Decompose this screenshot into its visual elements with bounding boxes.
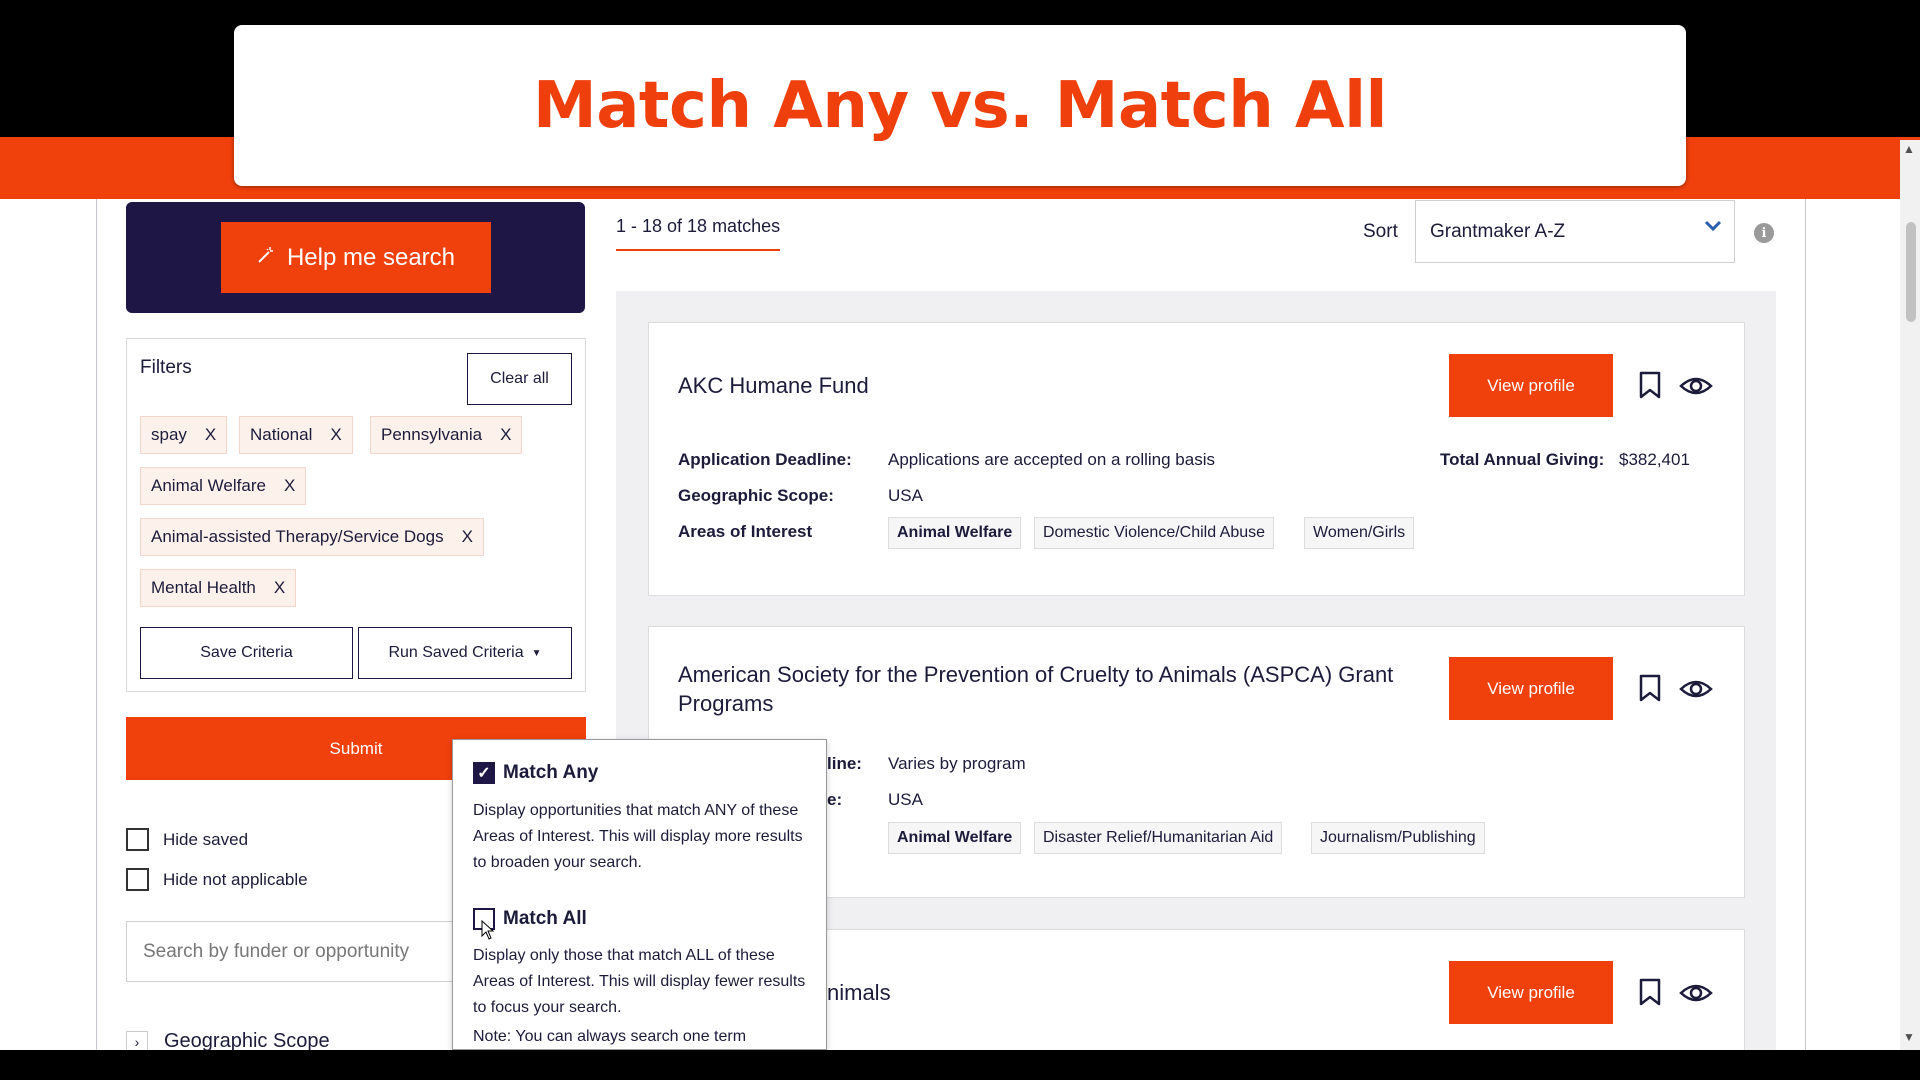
funder-title[interactable]: AKC Humane Fund [678, 371, 1438, 400]
match-mode-popover: ✓ Match Any Display opportunities that m… [452, 739, 827, 1050]
eye-icon[interactable] [1679, 981, 1713, 1005]
scope-label: e: [827, 790, 843, 809]
remove-tag-button[interactable]: X [284, 476, 295, 496]
funder-title[interactable]: American Society for the Prevention of C… [678, 660, 1438, 718]
filter-tag-label: Mental Health [151, 578, 256, 597]
aoi-tag: Domestic Violence/Child Abuse [1034, 517, 1275, 549]
match-any-label: Match Any [503, 762, 599, 783]
eye-icon[interactable] [1679, 677, 1713, 701]
hide-saved-checkbox[interactable] [126, 828, 149, 851]
match-any-checkbox[interactable]: ✓ [473, 762, 495, 784]
sort-label: Sort [1363, 221, 1398, 242]
filter-tag: spay X [140, 416, 228, 454]
remove-tag-button[interactable]: X [500, 425, 511, 445]
help-panel: Help me search [126, 202, 585, 313]
filter-tag-label: Pennsylvania [381, 425, 483, 444]
hide-not-applicable-checkbox[interactable] [126, 868, 149, 891]
mouse-cursor-icon [481, 920, 495, 940]
filter-tag-label: Animal Welfare [151, 476, 266, 495]
scope-value: USA [888, 486, 923, 505]
remove-tag-button[interactable]: X [462, 527, 473, 547]
remove-tag-button[interactable]: X [330, 425, 341, 445]
sort-value: Grantmaker A-Z [1430, 220, 1566, 242]
scroll-up-arrow-icon[interactable]: ▲ [1903, 142, 1915, 156]
filter-tag: National X [239, 416, 353, 454]
caret-down-icon: ▼ [531, 647, 542, 659]
clear-all-button[interactable]: Clear all [467, 353, 572, 405]
bottom-black-bar [0, 1050, 1920, 1080]
match-any-description: Display opportunities that match ANY of … [473, 802, 803, 871]
filters-title: Filters [140, 357, 192, 378]
filter-tag: Pennsylvania X [370, 416, 523, 454]
giving-value: $382,401 [1619, 450, 1690, 469]
filter-tag: Animal Welfare X [140, 467, 307, 505]
scope-label: Geographic Scope: [678, 486, 834, 505]
result-card: AKC Humane Fund View profile Application… [648, 322, 1745, 596]
chevron-down-icon [1704, 219, 1722, 237]
magic-wand-icon [257, 246, 275, 270]
hide-not-applicable-option[interactable]: Hide not applicable [126, 868, 308, 891]
scope-value: USA [888, 790, 923, 809]
aoi-tag: Journalism/Publishing [1311, 822, 1485, 854]
match-all-description: Display only those that match ALL of the… [473, 947, 806, 1016]
match-any-option[interactable]: ✓ Match Any [473, 762, 598, 784]
overlay-title: Match Any vs. Match All [533, 68, 1387, 143]
help-me-search-label: Help me search [286, 243, 456, 271]
deadline-value: Applications are accepted on a rolling b… [888, 450, 1215, 469]
remove-tag-button[interactable]: X [274, 578, 285, 598]
hide-saved-label: Hide saved [163, 829, 249, 849]
bookmark-icon[interactable] [1637, 977, 1663, 1007]
scrollbar-thumb[interactable] [1906, 222, 1916, 322]
aoi-tag: Animal Welfare [888, 517, 1022, 549]
sort-select[interactable]: Grantmaker A-Z [1415, 200, 1735, 263]
match-all-label: Match All [503, 908, 587, 929]
aoi-label: Areas of Interest [678, 522, 813, 541]
popover-note: Note: You can always search one term [473, 1028, 747, 1045]
bookmark-icon[interactable] [1637, 673, 1663, 703]
info-icon[interactable]: i [1754, 223, 1774, 243]
filters-panel: Filters Clear all spay X National X Penn… [126, 338, 586, 692]
match-count: 1 - 18 of 18 matches [616, 216, 781, 251]
hide-saved-option[interactable]: Hide saved [126, 828, 248, 851]
title-overlay: Match Any vs. Match All [234, 25, 1686, 186]
deadline-label: Application Deadline: [678, 450, 852, 469]
remove-tag-button[interactable]: X [205, 425, 216, 445]
view-profile-button[interactable]: View profile [1449, 354, 1613, 417]
deadline-label: line: [827, 754, 862, 773]
filter-tag: Mental Health X [140, 569, 297, 607]
bookmark-icon[interactable] [1637, 370, 1663, 400]
aoi-tag: Disaster Relief/Humanitarian Aid [1034, 822, 1283, 854]
eye-icon[interactable] [1679, 374, 1713, 398]
giving-label: Total Annual Giving: [1440, 450, 1605, 469]
filter-tag-label: spay [151, 425, 187, 444]
help-me-search-button[interactable]: Help me search [221, 222, 491, 293]
filter-tag-label: National [250, 425, 313, 444]
view-profile-button[interactable]: View profile [1449, 657, 1613, 720]
filter-tag-label: Animal-assisted Therapy/Service Dogs [151, 527, 444, 546]
hide-not-applicable-label: Hide not applicable [163, 869, 308, 889]
view-profile-button[interactable]: View profile [1449, 961, 1613, 1024]
filter-tag: Animal-assisted Therapy/Service Dogs X [140, 518, 484, 556]
scroll-down-arrow-icon[interactable]: ▼ [1903, 1030, 1915, 1044]
deadline-value: Varies by program [888, 754, 1026, 773]
save-criteria-button[interactable]: Save Criteria [140, 627, 353, 679]
aoi-tag: Women/Girls [1304, 517, 1415, 549]
run-saved-criteria-button[interactable]: Run Saved Criteria ▼ [358, 627, 572, 679]
aoi-tag: Animal Welfare [888, 822, 1022, 854]
run-saved-criteria-label: Run Saved Criteria [388, 644, 524, 661]
